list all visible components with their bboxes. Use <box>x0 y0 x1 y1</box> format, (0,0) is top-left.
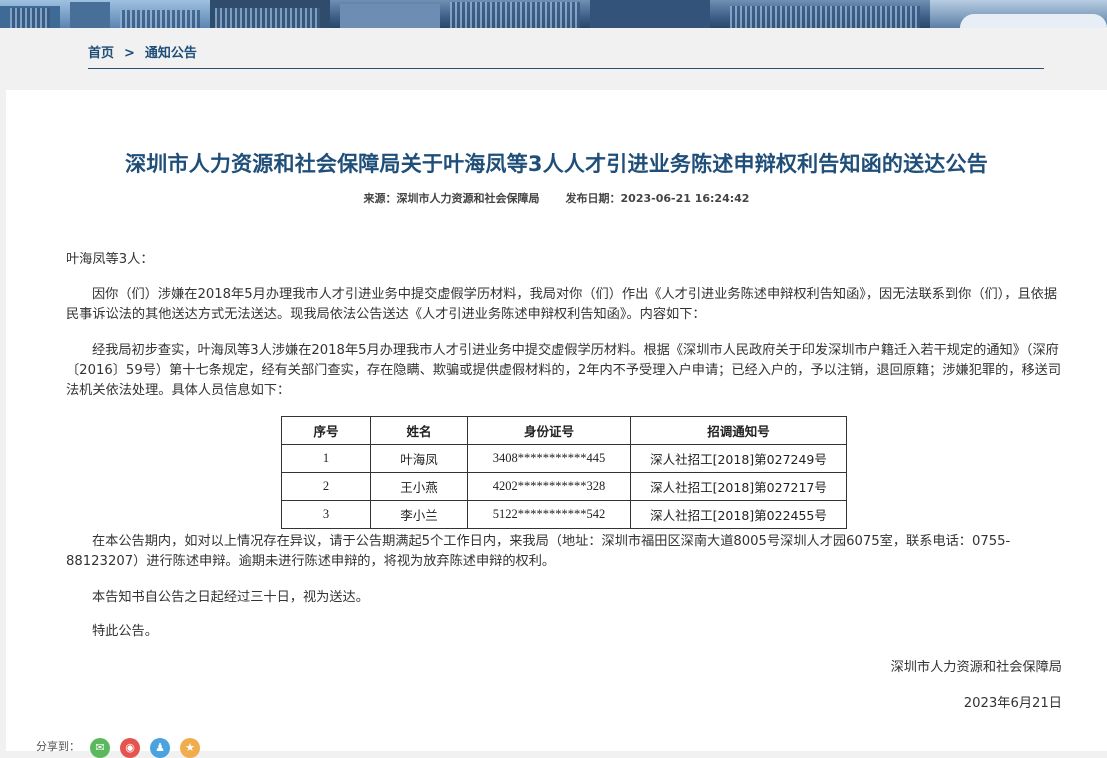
qzone-icon[interactable]: ★ <box>180 738 200 758</box>
paragraph-3: 在本公告期内，如对以上情况存在异议，请于公告期满起5个工作日内，来我局（地址：深… <box>66 534 1011 569</box>
cell-name: 叶海凤 <box>370 444 468 473</box>
cell-index: 3 <box>281 500 371 529</box>
cell-index: 2 <box>281 472 371 501</box>
cell-notice-number: 深人社招工[2018]第027217号 <box>630 472 847 501</box>
weibo-icon[interactable]: ◉ <box>120 738 140 758</box>
personnel-table: 序号 姓名 身份证号 招调通知号 1 叶海凤 3408***********44… <box>281 416 847 529</box>
cell-id-number: 5122***********542 <box>467 500 631 529</box>
salutation: 叶海凤等3人： <box>66 252 154 267</box>
header-name: 姓名 <box>370 416 468 445</box>
paragraph-2: 经我局初步查实，叶海凤等3人涉嫌在2018年5月办理我市人才引进业务中提交虚假学… <box>66 343 1062 398</box>
breadcrumb-current-link[interactable]: 通知公告 <box>145 40 197 68</box>
article-title: 深圳市人力资源和社会保障局关于叶海凤等3人人才引进业务陈述申辩权利告知函的送达公… <box>125 152 988 176</box>
share-icons: ✉ ◉ ♟ ★ <box>90 736 210 758</box>
table-row: 1 叶海凤 3408***********445 深人社招工[2018]第027… <box>281 444 847 473</box>
paragraph-5: 特此公告。 <box>92 624 158 639</box>
qq-icon[interactable]: ♟ <box>150 738 170 758</box>
cell-id-number: 4202***********328 <box>467 472 631 501</box>
table-row: 2 王小燕 4202***********328 深人社招工[2018]第027… <box>281 472 847 501</box>
source-value: 深圳市人力资源和社会保障局 <box>396 192 540 205</box>
cell-name: 李小兰 <box>370 500 468 529</box>
breadcrumb-home-link[interactable]: 首页 <box>88 40 114 68</box>
source-label: 来源： <box>363 192 397 205</box>
header-id-number: 身份证号 <box>467 416 631 445</box>
cell-id-number: 3408***********445 <box>467 444 631 473</box>
breadcrumb-separator: > <box>124 46 135 61</box>
cell-notice-number: 深人社招工[2018]第027249号 <box>630 444 847 473</box>
signature-date: 2023年6月21日 <box>963 696 1062 711</box>
table-row: 3 李小兰 5122***********542 深人社招工[2018]第022… <box>281 500 847 529</box>
cell-index: 1 <box>281 444 371 473</box>
header-index: 序号 <box>281 416 371 445</box>
header-notice-number: 招调通知号 <box>630 416 847 445</box>
share-label: 分享到： <box>36 740 80 753</box>
date-value: 2023-06-21 16:24:42 <box>620 192 750 205</box>
signature-org: 深圳市人力资源和社会保障局 <box>890 660 1062 675</box>
date-label: 发布日期： <box>565 192 621 205</box>
article-panel: 深圳市人力资源和社会保障局关于叶海凤等3人人才引进业务陈述申辩权利告知函的送达公… <box>6 90 1107 758</box>
paragraph-1: 因你（们）涉嫌在2018年5月办理我市人才引进业务中提交虚假学历材料，我局对你（… <box>66 287 1058 322</box>
paragraph-4: 本告知书自公告之日起经过三十日，视为送达。 <box>92 590 369 605</box>
table-header-row: 序号 姓名 身份证号 招调通知号 <box>281 416 847 445</box>
header-banner <box>0 0 1107 28</box>
cell-name: 王小燕 <box>370 472 468 501</box>
cell-notice-number: 深人社招工[2018]第022455号 <box>630 500 847 529</box>
breadcrumb: 首页 > 通知公告 <box>88 40 1044 69</box>
wechat-icon[interactable]: ✉ <box>90 738 110 758</box>
article-meta: 来源：深圳市人力资源和社会保障局 发布日期：2023-06-21 16:24:42 <box>6 190 1107 206</box>
